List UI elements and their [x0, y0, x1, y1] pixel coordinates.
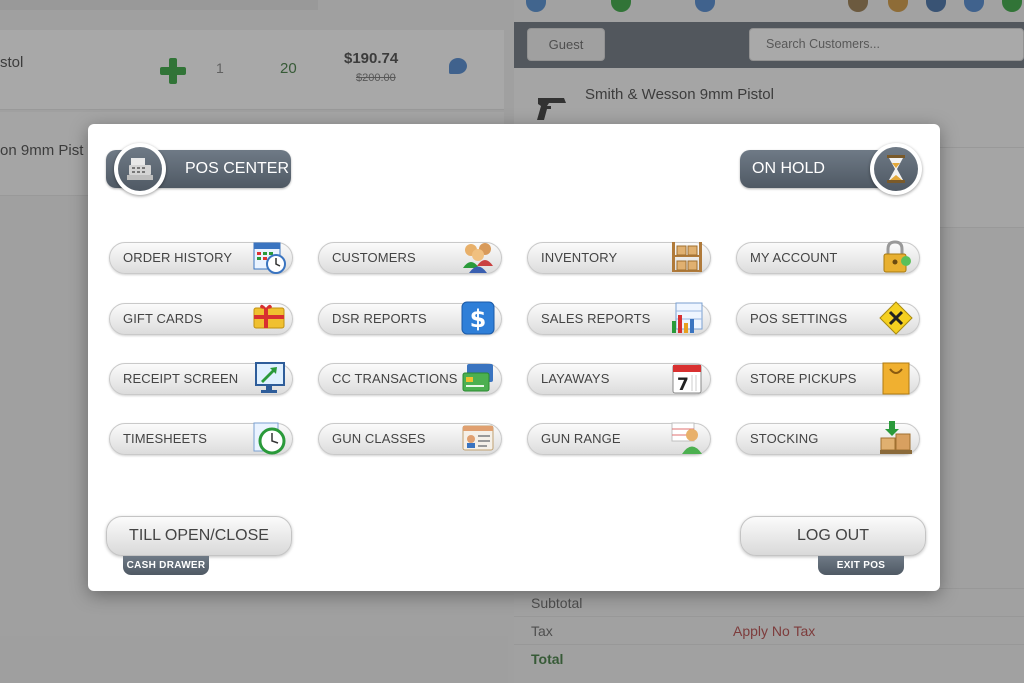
till-open-close-label: TILL OPEN/CLOSE [129, 527, 269, 544]
cash-register-badge [114, 143, 166, 195]
dollar-icon: $ [461, 301, 495, 335]
range-user-icon [671, 422, 702, 454]
inventory-shelf-icon [672, 242, 702, 272]
store-pickups-label: STORE PICKUPS [750, 371, 857, 386]
dsr-reports-label: DSR REPORTS [332, 311, 427, 326]
layaways-label: LAYAWAYS [541, 371, 610, 386]
till-open-close-button[interactable]: TILL OPEN/CLOSE [106, 516, 292, 556]
hourglass-badge [870, 143, 922, 195]
padlock-key-icon [883, 240, 911, 273]
cc-transactions-button[interactable]: CC TRANSACTIONS [318, 363, 502, 395]
on-hold-button[interactable]: ON HOLD [740, 143, 922, 195]
sales-reports-button[interactable]: SALES REPORTS [527, 302, 711, 335]
credit-cards-icon [462, 364, 493, 392]
pos-settings-label: POS SETTINGS [750, 311, 848, 326]
receipt-screen-button[interactable]: RECEIPT SCREEN [109, 362, 293, 395]
gun-classes-button[interactable]: GUN CLASSES [318, 423, 502, 455]
gun-classes-label: GUN CLASSES [332, 431, 426, 446]
gift-card-icon [253, 304, 285, 329]
dsr-reports-button[interactable]: DSR REPORTS $ [318, 301, 502, 335]
order-history-button[interactable]: ORDER HISTORY [109, 242, 293, 274]
cc-transactions-label: CC TRANSACTIONS [332, 371, 458, 386]
sales-reports-label: SALES REPORTS [541, 311, 651, 326]
pos-settings-button[interactable]: POS SETTINGS [736, 301, 920, 335]
layaways-button[interactable]: LAYAWAYS 7 [527, 363, 711, 395]
id-card-icon [462, 425, 494, 451]
tools-sign-icon [879, 301, 913, 335]
hourglass-icon [887, 155, 905, 183]
cash-drawer-tab[interactable]: CASH DRAWER [123, 556, 209, 575]
monitor-swap-icon [255, 362, 285, 393]
log-out-button[interactable]: LOG OUT [740, 516, 926, 556]
exit-pos-tab[interactable]: EXIT POS [818, 556, 904, 575]
bar-chart-icon [672, 302, 703, 333]
stocking-label: STOCKING [750, 431, 819, 446]
gift-cards-label: GIFT CARDS [123, 311, 203, 326]
stock-boxes-icon [880, 421, 912, 454]
gift-cards-button[interactable]: GIFT CARDS [109, 303, 293, 335]
calendar-day: 7 [677, 375, 689, 395]
pos-center-title: POS CENTER [185, 160, 290, 177]
store-pickups-button[interactable]: STORE PICKUPS [736, 362, 920, 395]
calendar-clock-icon [253, 242, 286, 274]
pos-center-modal: POS CENTER ON HOLD ORDER HISTORY CUSTOME… [88, 124, 940, 591]
cash-register-icon [127, 158, 153, 180]
gun-range-label: GUN RANGE [541, 431, 621, 446]
my-account-label: MY ACCOUNT [750, 250, 838, 265]
calendar-icon: 7 [672, 364, 702, 395]
pos-center-header: POS CENTER [106, 143, 291, 195]
svg-text:$: $ [470, 305, 487, 333]
timesheets-label: TIMESHEETS [123, 431, 208, 446]
stocking-button[interactable]: STOCKING [736, 421, 920, 455]
customers-icon [463, 243, 493, 273]
customers-label: CUSTOMERS [332, 250, 416, 265]
receipt-screen-label: RECEIPT SCREEN [123, 371, 239, 386]
on-hold-label: ON HOLD [752, 160, 825, 177]
shopping-bag-icon [882, 362, 910, 395]
log-out-label: LOG OUT [796, 527, 869, 544]
timesheet-clock-icon [253, 422, 286, 455]
inventory-button[interactable]: INVENTORY [527, 242, 711, 274]
my-account-button[interactable]: MY ACCOUNT [736, 240, 920, 274]
timesheets-button[interactable]: TIMESHEETS [109, 422, 293, 455]
inventory-label: INVENTORY [541, 250, 618, 265]
gun-range-button[interactable]: GUN RANGE [527, 422, 711, 455]
order-history-label: ORDER HISTORY [123, 250, 233, 265]
customers-button[interactable]: CUSTOMERS [318, 242, 502, 274]
